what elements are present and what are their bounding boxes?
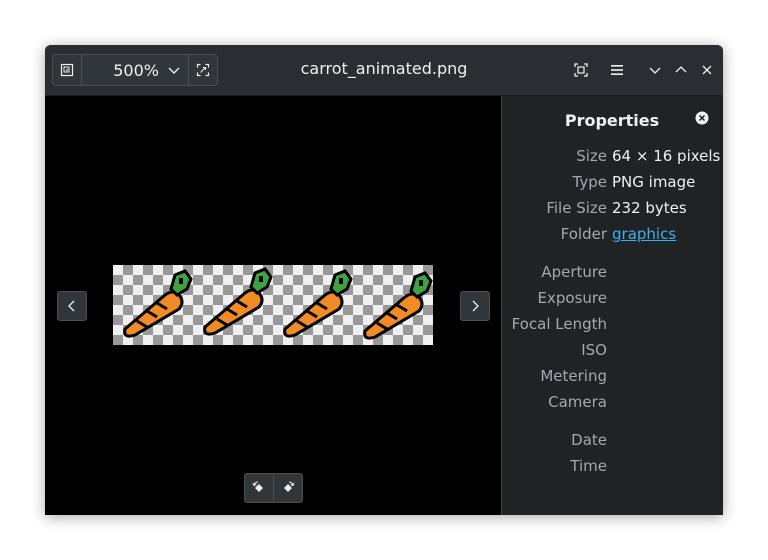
next-image-button[interactable] bbox=[460, 291, 490, 321]
window-title: carrot_animated.png bbox=[300, 59, 468, 78]
hamburger-menu-icon bbox=[611, 65, 623, 75]
zoom-controls: 500% bbox=[52, 54, 218, 86]
property-label: File Size bbox=[546, 199, 607, 217]
image-viewer-window: 500% carrot_animated.png Properties Size… bbox=[45, 45, 723, 515]
property-label: Size bbox=[576, 147, 607, 165]
zoom-fill-icon bbox=[196, 63, 210, 77]
property-value: 64 × 16 pixels bbox=[612, 147, 721, 165]
chevron-down-icon bbox=[168, 67, 180, 74]
property-label: Exposure bbox=[537, 289, 607, 307]
close-button[interactable] bbox=[695, 58, 719, 82]
zoom-fit-button[interactable] bbox=[53, 55, 82, 85]
chevron-left-icon bbox=[68, 300, 75, 312]
zoom-fill-button[interactable] bbox=[188, 55, 217, 85]
rotate-controls bbox=[244, 473, 303, 503]
property-label: Focal Length bbox=[511, 315, 607, 333]
properties-title: Properties bbox=[564, 111, 660, 130]
zoom-fit-icon bbox=[60, 63, 74, 77]
property-row-time: Time bbox=[502, 457, 723, 479]
property-label: Aperture bbox=[541, 263, 607, 281]
property-row-date: Date bbox=[502, 431, 723, 453]
property-value: PNG image bbox=[612, 173, 696, 191]
rotate-right-button[interactable] bbox=[274, 474, 302, 502]
property-row-iso: ISO bbox=[502, 341, 723, 363]
properties-panel: Properties Size 64 × 16 pixels Type PNG … bbox=[502, 96, 723, 515]
maximize-icon bbox=[675, 66, 687, 73]
rotate-left-icon bbox=[252, 481, 263, 492]
property-row-aperture: Aperture bbox=[502, 263, 723, 285]
folder-link[interactable]: graphics bbox=[612, 225, 676, 243]
chevron-right-icon bbox=[472, 300, 479, 312]
property-row-folder: Folder graphics bbox=[502, 225, 723, 247]
property-label: Metering bbox=[540, 367, 607, 385]
property-value: 232 bytes bbox=[612, 199, 687, 217]
property-row-exposure: Exposure bbox=[502, 289, 723, 311]
property-label: Date bbox=[571, 431, 607, 449]
carrot-sprite-strip bbox=[123, 267, 433, 340]
property-label: Camera bbox=[548, 393, 607, 411]
close-panel-icon[interactable] bbox=[695, 111, 709, 125]
rotate-left-button[interactable] bbox=[245, 474, 274, 502]
property-label: Time bbox=[570, 457, 607, 475]
property-label: Folder bbox=[560, 225, 607, 243]
property-label: Type bbox=[572, 173, 607, 191]
maximize-button[interactable] bbox=[669, 58, 693, 82]
menu-button[interactable] bbox=[605, 58, 629, 82]
fullscreen-icon bbox=[574, 63, 588, 77]
previous-image-button[interactable] bbox=[57, 291, 87, 321]
property-row-size: Size 64 × 16 pixels bbox=[502, 147, 723, 169]
image-canvas[interactable] bbox=[45, 96, 501, 515]
rotate-right-icon bbox=[284, 481, 295, 492]
header-bar: 500% carrot_animated.png bbox=[45, 45, 723, 96]
property-row-metering: Metering bbox=[502, 367, 723, 389]
property-row-type: Type PNG image bbox=[502, 173, 723, 195]
property-row-focal-length: Focal Length bbox=[502, 315, 723, 337]
minimize-icon bbox=[649, 67, 661, 74]
fullscreen-button[interactable] bbox=[569, 58, 593, 82]
zoom-value: 500% bbox=[113, 60, 159, 80]
minimize-button[interactable] bbox=[643, 58, 667, 82]
zoom-level-select[interactable]: 500% bbox=[82, 55, 187, 85]
sprite-image bbox=[113, 265, 433, 345]
close-icon bbox=[702, 65, 712, 75]
property-label: ISO bbox=[581, 341, 607, 359]
property-row-camera: Camera bbox=[502, 393, 723, 415]
property-row-file-size: File Size 232 bytes bbox=[502, 199, 723, 221]
